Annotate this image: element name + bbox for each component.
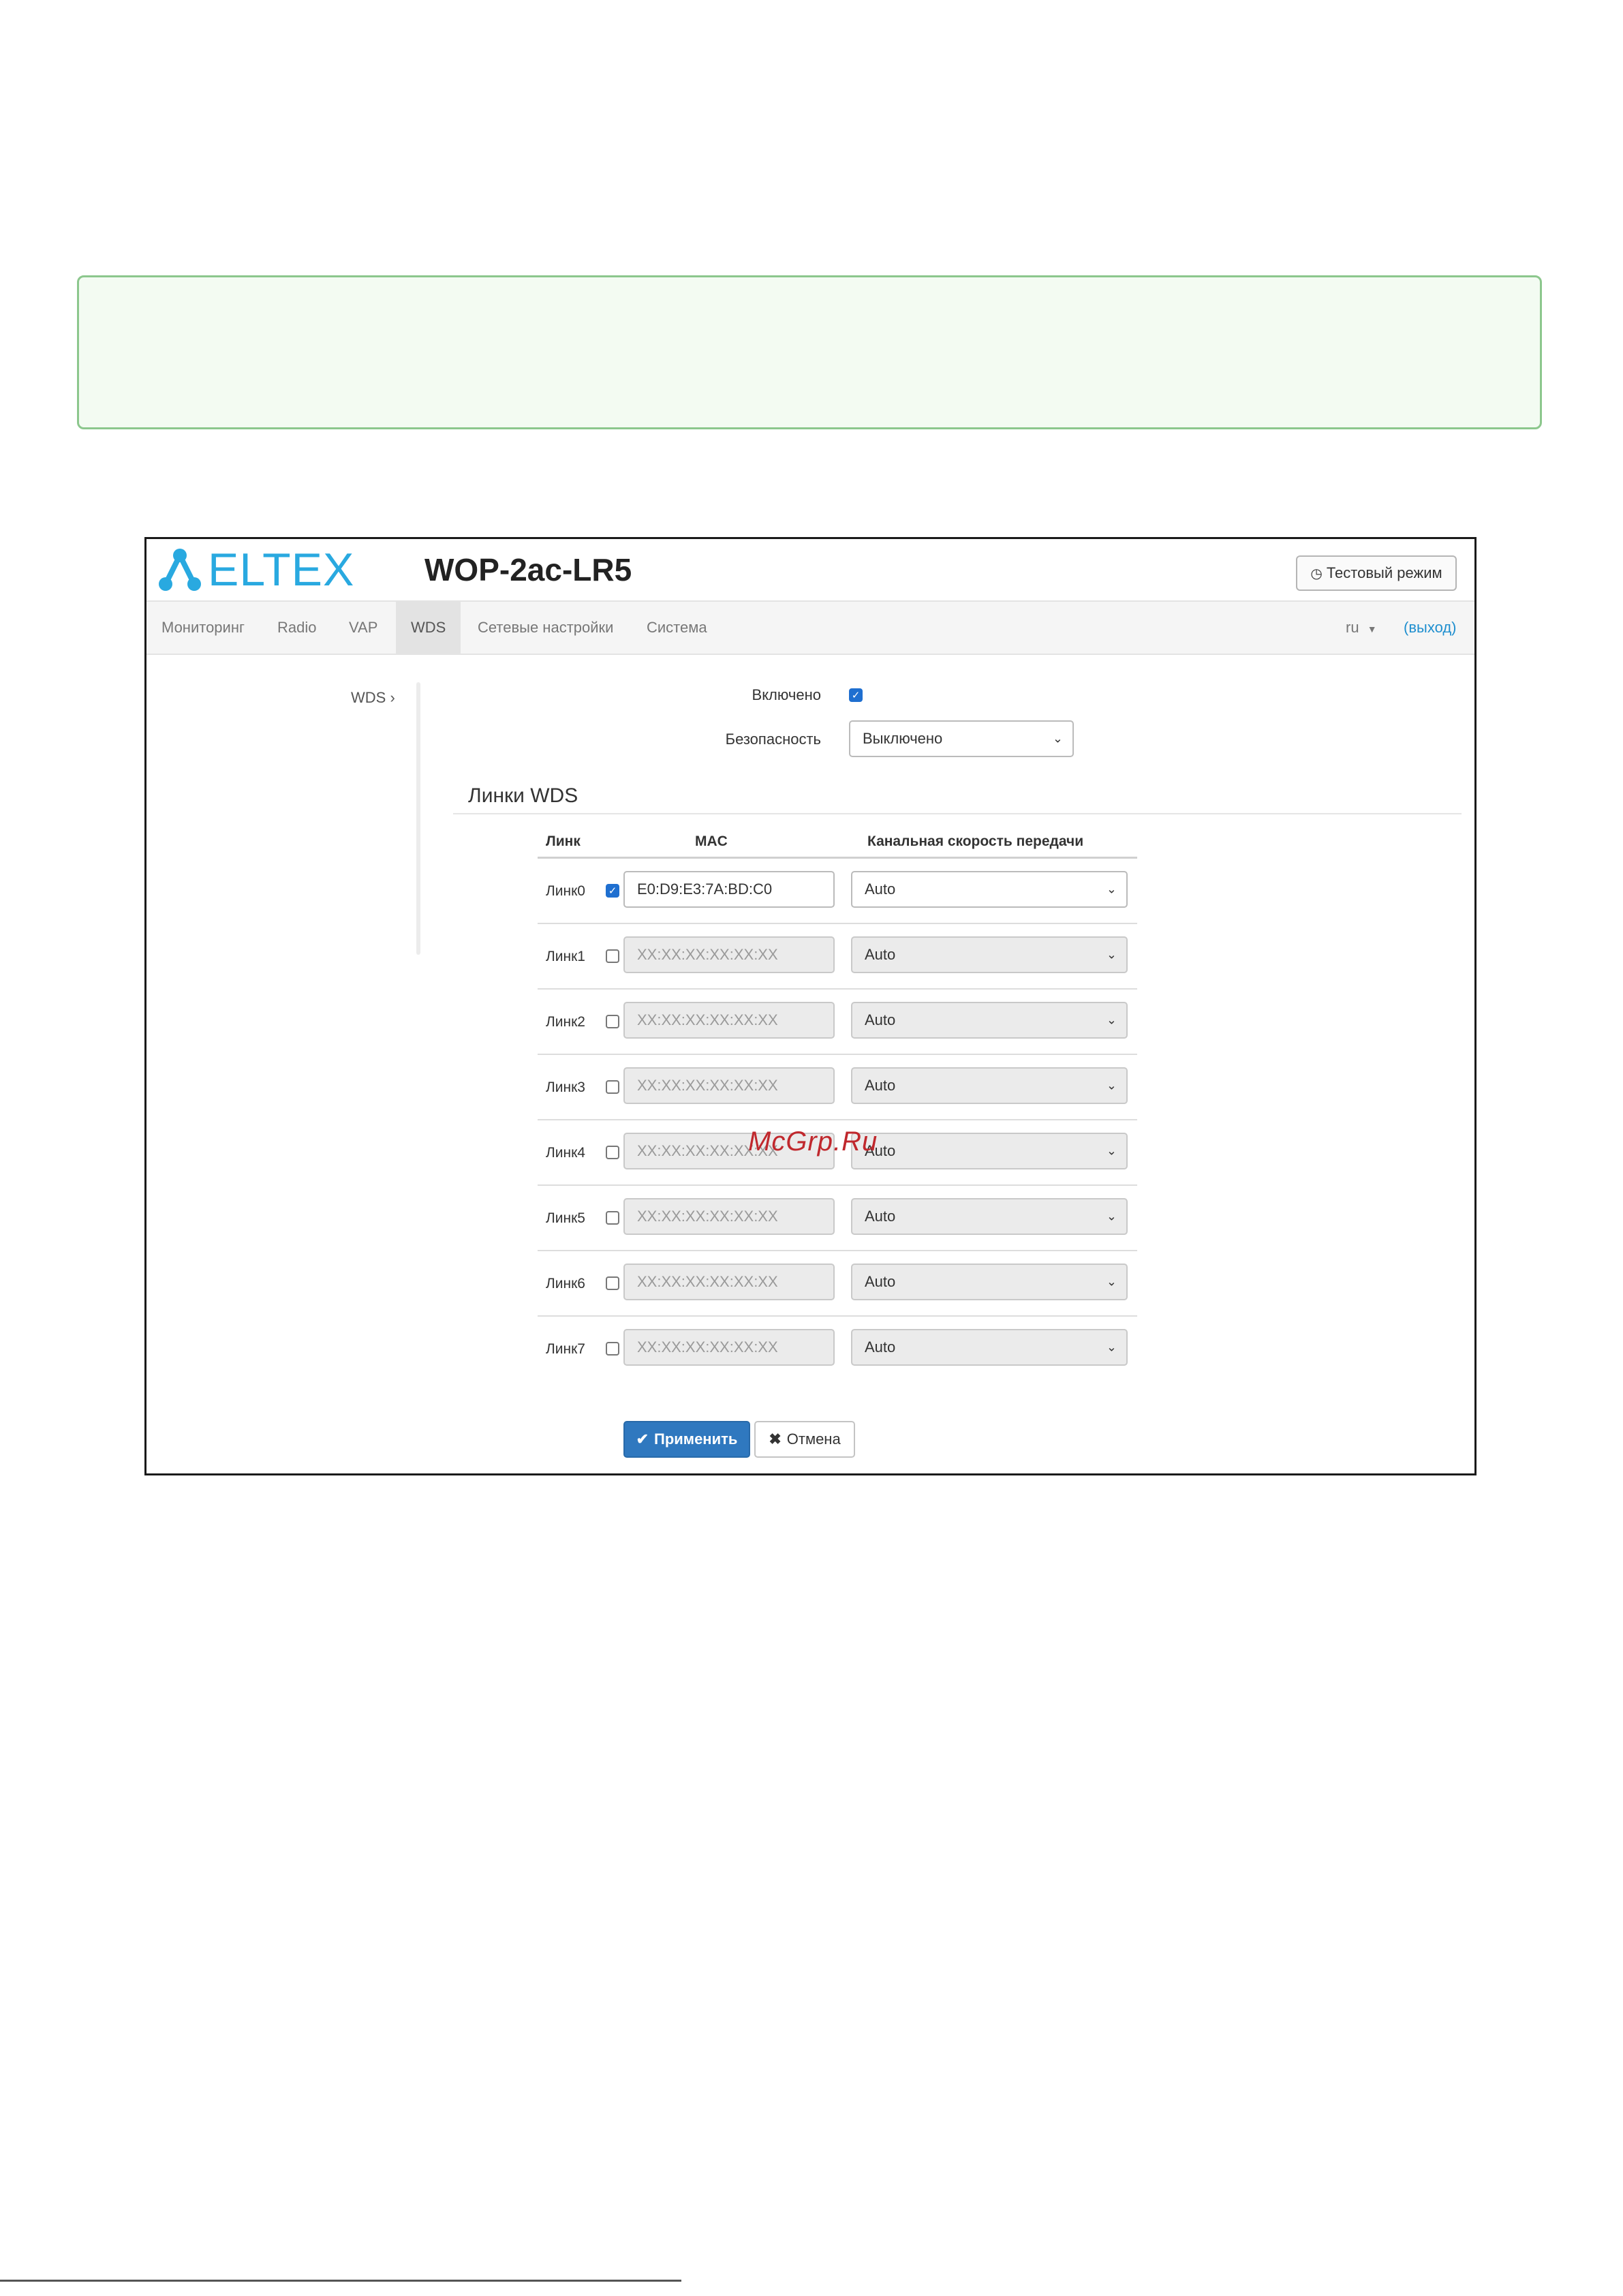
cancel-button[interactable]: ✖ Отмена <box>754 1421 855 1458</box>
security-select[interactable]: Выключено ⌄ <box>849 720 1074 757</box>
rate-select[interactable]: Auto ⌄ <box>851 1264 1128 1300</box>
security-label: Безопасность <box>725 731 821 748</box>
chevron-right-icon: › <box>390 689 395 706</box>
language-label: ru <box>1346 619 1359 636</box>
link-checkbox[interactable] <box>606 1276 619 1290</box>
table-row: Линк7 XX:XX:XX:XX:XX:XX Auto ⌄ <box>538 1317 1137 1382</box>
chevron-down-icon: ⌄ <box>1106 1013 1117 1027</box>
mac-input[interactable]: XX:XX:XX:XX:XX:XX <box>623 1329 835 1366</box>
rate-value: Auto <box>865 881 896 898</box>
section-divider <box>453 813 1462 814</box>
rate-value: Auto <box>865 1011 896 1028</box>
app-window: ELTEX WOP-2ac-LR5 ◷ Тестовый режим Монит… <box>144 537 1477 1475</box>
link-checkbox[interactable] <box>606 1211 619 1225</box>
chevron-down-icon: ⌄ <box>1106 1144 1117 1158</box>
logout-link[interactable]: (выход) <box>1404 602 1457 654</box>
sidebar-item-wds[interactable]: WDS › <box>351 689 395 707</box>
check-icon: ✓ <box>851 689 861 701</box>
rate-select[interactable]: Auto ⌄ <box>851 1067 1128 1104</box>
link-label: Линк1 <box>546 949 585 964</box>
link-label: Линк6 <box>546 1276 585 1291</box>
table-row: Линк5 XX:XX:XX:XX:XX:XX Auto ⌄ <box>538 1186 1137 1251</box>
link-checkbox[interactable] <box>606 1080 619 1094</box>
mac-input[interactable]: XX:XX:XX:XX:XX:XX <box>623 1264 835 1300</box>
link-checkbox[interactable]: ✓ <box>606 884 619 898</box>
cancel-label: Отмена <box>786 1430 841 1448</box>
chevron-down-icon: ⌄ <box>1106 1274 1117 1289</box>
rate-select[interactable]: Auto ⌄ <box>851 1133 1128 1169</box>
rate-select[interactable]: Auto ⌄ <box>851 1002 1128 1039</box>
eltex-logo-icon <box>159 549 201 591</box>
table-row: Линк1 XX:XX:XX:XX:XX:XX Auto ⌄ <box>538 924 1137 990</box>
table-row: Линк6 XX:XX:XX:XX:XX:XX Auto ⌄ <box>538 1251 1137 1317</box>
logo-text: ELTEX <box>208 544 355 596</box>
link-label: Линк0 <box>546 883 585 899</box>
chevron-down-icon: ⌄ <box>1106 1209 1117 1223</box>
wds-links-title: Линки WDS <box>468 784 578 807</box>
table-row: Линк0 ✓ E0:D9:E3:7A:BD:C0 Auto ⌄ <box>538 859 1137 924</box>
rate-value: Auto <box>865 1338 896 1356</box>
mac-input[interactable]: XX:XX:XX:XX:XX:XX <box>623 1067 835 1104</box>
link-checkbox[interactable] <box>606 1342 619 1356</box>
column-header-link: Линк <box>546 833 581 849</box>
clock-icon: ◷ <box>1310 566 1323 581</box>
table-row: Линк3 XX:XX:XX:XX:XX:XX Auto ⌄ <box>538 1055 1137 1120</box>
check-icon: ✓ <box>608 885 617 897</box>
security-value: Выключено <box>863 730 943 747</box>
page-footer-rule <box>0 2280 681 2282</box>
rate-select[interactable]: Auto ⌄ <box>851 936 1128 973</box>
table-row: Линк2 XX:XX:XX:XX:XX:XX Auto ⌄ <box>538 990 1137 1055</box>
link-checkbox[interactable] <box>606 1146 619 1159</box>
mac-input[interactable]: E0:D9:E3:7A:BD:C0 <box>623 871 835 908</box>
chevron-down-icon: ⌄ <box>1106 882 1117 896</box>
link-label: Линк2 <box>546 1014 585 1030</box>
link-checkbox[interactable] <box>606 949 619 963</box>
close-icon: ✖ <box>769 1430 782 1448</box>
chevron-down-icon: ⌄ <box>1106 947 1117 962</box>
mac-input[interactable]: XX:XX:XX:XX:XX:XX <box>623 936 835 973</box>
check-icon: ✔ <box>636 1430 649 1448</box>
rate-value: Auto <box>865 946 896 963</box>
link-label: Линк4 <box>546 1145 585 1161</box>
chevron-down-icon: ⌄ <box>1106 1340 1117 1354</box>
eltex-logo: ELTEX <box>156 546 354 594</box>
language-dropdown[interactable]: ru ▼ <box>1346 602 1377 655</box>
rate-select[interactable]: Auto ⌄ <box>851 871 1128 908</box>
link-label: Линк3 <box>546 1080 585 1095</box>
watermark: McGrp.Ru <box>748 1127 878 1157</box>
enabled-checkbox[interactable]: ✓ <box>849 688 863 702</box>
rate-select[interactable]: Auto ⌄ <box>851 1329 1128 1366</box>
top-bar: ELTEX WOP-2ac-LR5 ◷ Тестовый режим <box>146 539 1474 600</box>
link-checkbox[interactable] <box>606 1015 619 1028</box>
apply-label: Применить <box>654 1430 738 1448</box>
rate-value: Auto <box>865 1273 896 1290</box>
nav-system[interactable]: Система <box>632 602 722 654</box>
nav-radio[interactable]: Radio <box>262 602 331 654</box>
column-header-mac: MAC <box>695 833 728 849</box>
chevron-down-icon: ⌄ <box>1052 731 1063 746</box>
main-nav: Мониторинг Radio VAP WDS Сетевые настрой… <box>146 600 1474 655</box>
nav-network-settings[interactable]: Сетевые настройки <box>463 602 628 654</box>
nav-monitoring[interactable]: Мониторинг <box>146 602 260 654</box>
apply-button[interactable]: ✔ Применить <box>623 1421 750 1458</box>
nav-vap[interactable]: VAP <box>334 602 392 654</box>
link-label: Линк5 <box>546 1210 585 1226</box>
sidebar-divider <box>416 682 420 955</box>
mac-input[interactable]: XX:XX:XX:XX:XX:XX <box>623 1002 835 1039</box>
rate-value: Auto <box>865 1077 896 1094</box>
nav-wds[interactable]: WDS <box>396 602 461 654</box>
chevron-down-icon: ⌄ <box>1106 1078 1117 1092</box>
link-label: Линк7 <box>546 1341 585 1357</box>
test-mode-button[interactable]: ◷ Тестовый режим <box>1296 555 1457 591</box>
enabled-label: Включено <box>752 686 821 703</box>
test-mode-label: Тестовый режим <box>1326 564 1442 581</box>
mac-input[interactable]: XX:XX:XX:XX:XX:XX <box>623 1198 835 1235</box>
rate-select[interactable]: Auto ⌄ <box>851 1198 1128 1235</box>
sidebar-item-label: WDS <box>351 689 386 706</box>
caret-down-icon: ▼ <box>1367 624 1377 634</box>
rate-value: Auto <box>865 1208 896 1225</box>
note-box <box>77 275 1542 429</box>
device-title: WOP-2ac-LR5 <box>424 552 632 587</box>
column-header-rate: Канальная скорость передачи <box>867 833 1084 849</box>
